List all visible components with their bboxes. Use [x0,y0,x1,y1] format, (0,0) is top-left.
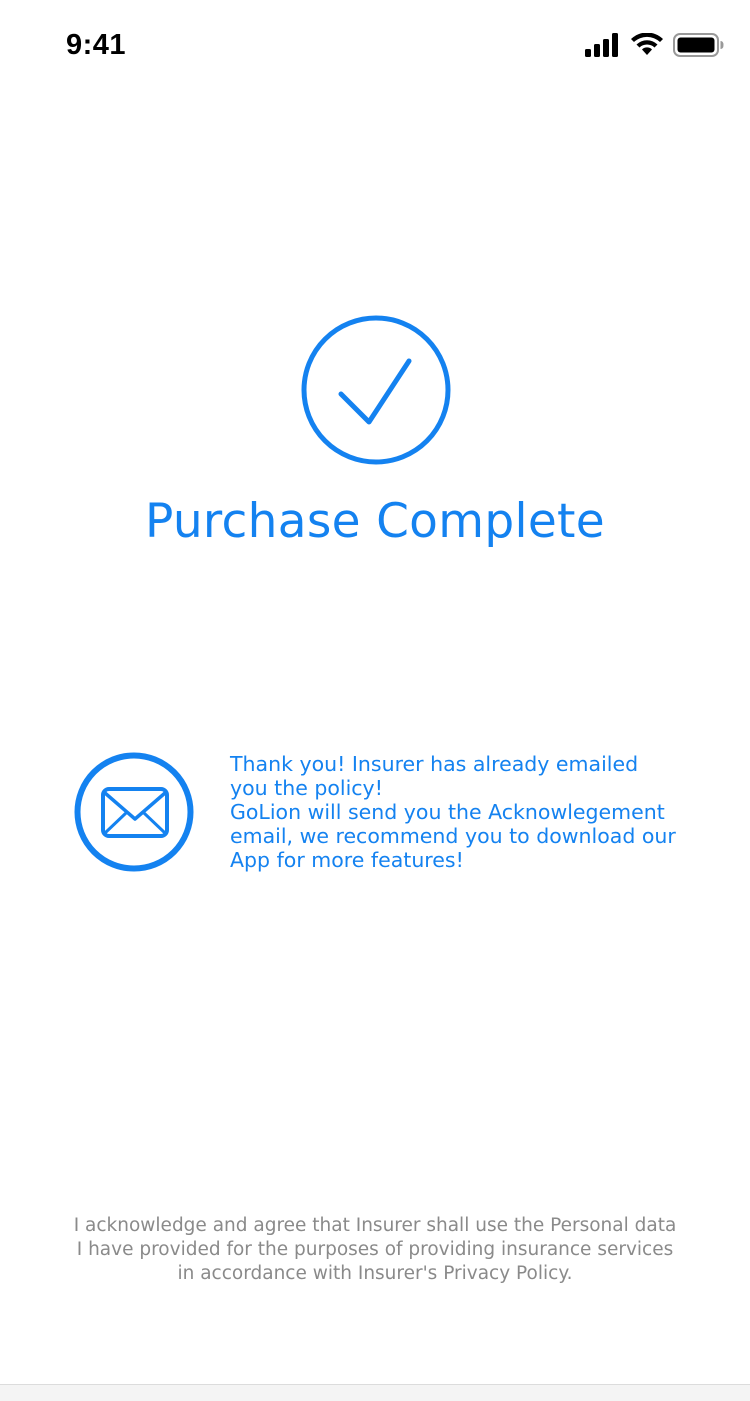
cellular-signal-icon [585,33,618,57]
message-line: email, we recommend you to download our [230,824,676,848]
status-icons [585,33,725,59]
message-line: GoLion will send you the Acknowlegement [230,800,665,824]
battery-icon [673,33,724,57]
message-line: App for more features! [230,848,464,872]
page-title: Purchase Complete [145,494,605,549]
checkmark-circle-icon [300,314,452,466]
disclaimer-line: I have provided for the purposes of prov… [76,1239,674,1260]
bottom-bar [0,1384,750,1401]
mail-icon [74,752,194,872]
disclaimer-line: I acknowledge and agree that Insurer sha… [73,1215,677,1236]
confirmation-message: Thank you! Insurer has already emailed y… [230,752,710,872]
message-line: Thank you! Insurer has already emailed [230,752,639,776]
message-line: you the policy! [230,776,383,800]
status-bar: 9:41 [0,0,750,90]
disclaimer-line: in accordance with Insurer's Privacy Pol… [177,1263,573,1284]
privacy-disclaimer: I acknowledge and agree that Insurer sha… [0,1214,750,1286]
status-time: 9:41 [66,29,127,61]
wifi-icon [631,33,663,55]
